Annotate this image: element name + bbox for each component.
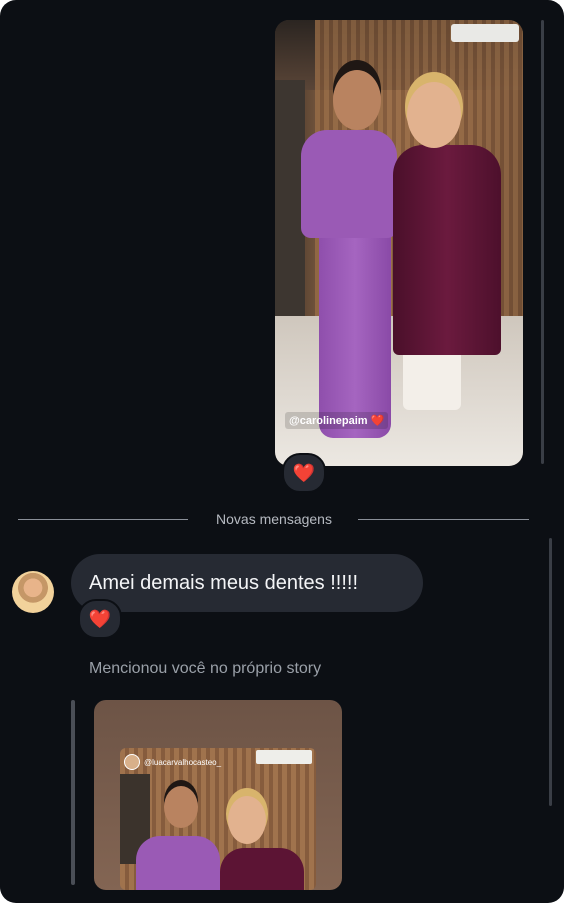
story-heart-icon: ❤️ xyxy=(370,415,385,427)
quote-bar xyxy=(71,700,75,885)
sender-avatar[interactable] xyxy=(12,571,54,613)
new-messages-divider: Novas mensagens xyxy=(216,511,332,527)
photo-air-conditioner xyxy=(451,24,519,42)
mentioned-story-photo: @luacarvalhocasteo_ xyxy=(120,748,316,890)
story-mention-handle: @carolinepaim xyxy=(289,415,368,427)
photo-person-right-head xyxy=(407,82,461,148)
mini-person-left-head xyxy=(164,786,198,828)
divider-line-right xyxy=(358,519,529,520)
heart-icon: ❤️ xyxy=(292,462,316,483)
photo-person-right-pants xyxy=(403,350,461,410)
photo-person-left-top xyxy=(301,130,397,238)
heart-icon: ❤️ xyxy=(88,608,112,629)
photo-person-left-head xyxy=(333,70,381,130)
divider-line-left xyxy=(18,519,188,520)
shared-story-photo[interactable]: @carolinepaim ❤️ xyxy=(275,20,523,466)
photo-person-right-coat xyxy=(393,145,501,355)
mini-story-author: @luacarvalhocasteo_ xyxy=(124,754,221,770)
mini-author-handle: @luacarvalhocasteo_ xyxy=(144,757,222,767)
scrollbar-bottom[interactable] xyxy=(549,538,552,806)
message-reaction-heart[interactable]: ❤️ xyxy=(78,599,122,639)
mini-air-conditioner xyxy=(256,750,312,764)
story-reaction-heart[interactable]: ❤️ xyxy=(282,453,326,493)
chat-screen: @carolinepaim ❤️ ❤️ Novas mensagens Amei… xyxy=(0,0,564,903)
message-text: Amei demais meus dentes !!!!! xyxy=(89,571,359,594)
mini-person-left-body xyxy=(136,836,220,890)
scrollbar-top[interactable] xyxy=(541,20,544,464)
message-bubble[interactable]: Amei demais meus dentes !!!!! xyxy=(71,554,423,612)
mini-author-avatar xyxy=(124,754,140,770)
mentioned-story-preview[interactable]: @luacarvalhocasteo_ xyxy=(94,700,342,890)
photo-person-left-pants xyxy=(319,228,391,438)
mini-person-right-head xyxy=(228,796,266,844)
mini-person-right-body xyxy=(220,848,304,890)
mention-label: Mencionou você no próprio story xyxy=(89,660,322,677)
story-mention-tag[interactable]: @carolinepaim ❤️ xyxy=(285,412,389,429)
